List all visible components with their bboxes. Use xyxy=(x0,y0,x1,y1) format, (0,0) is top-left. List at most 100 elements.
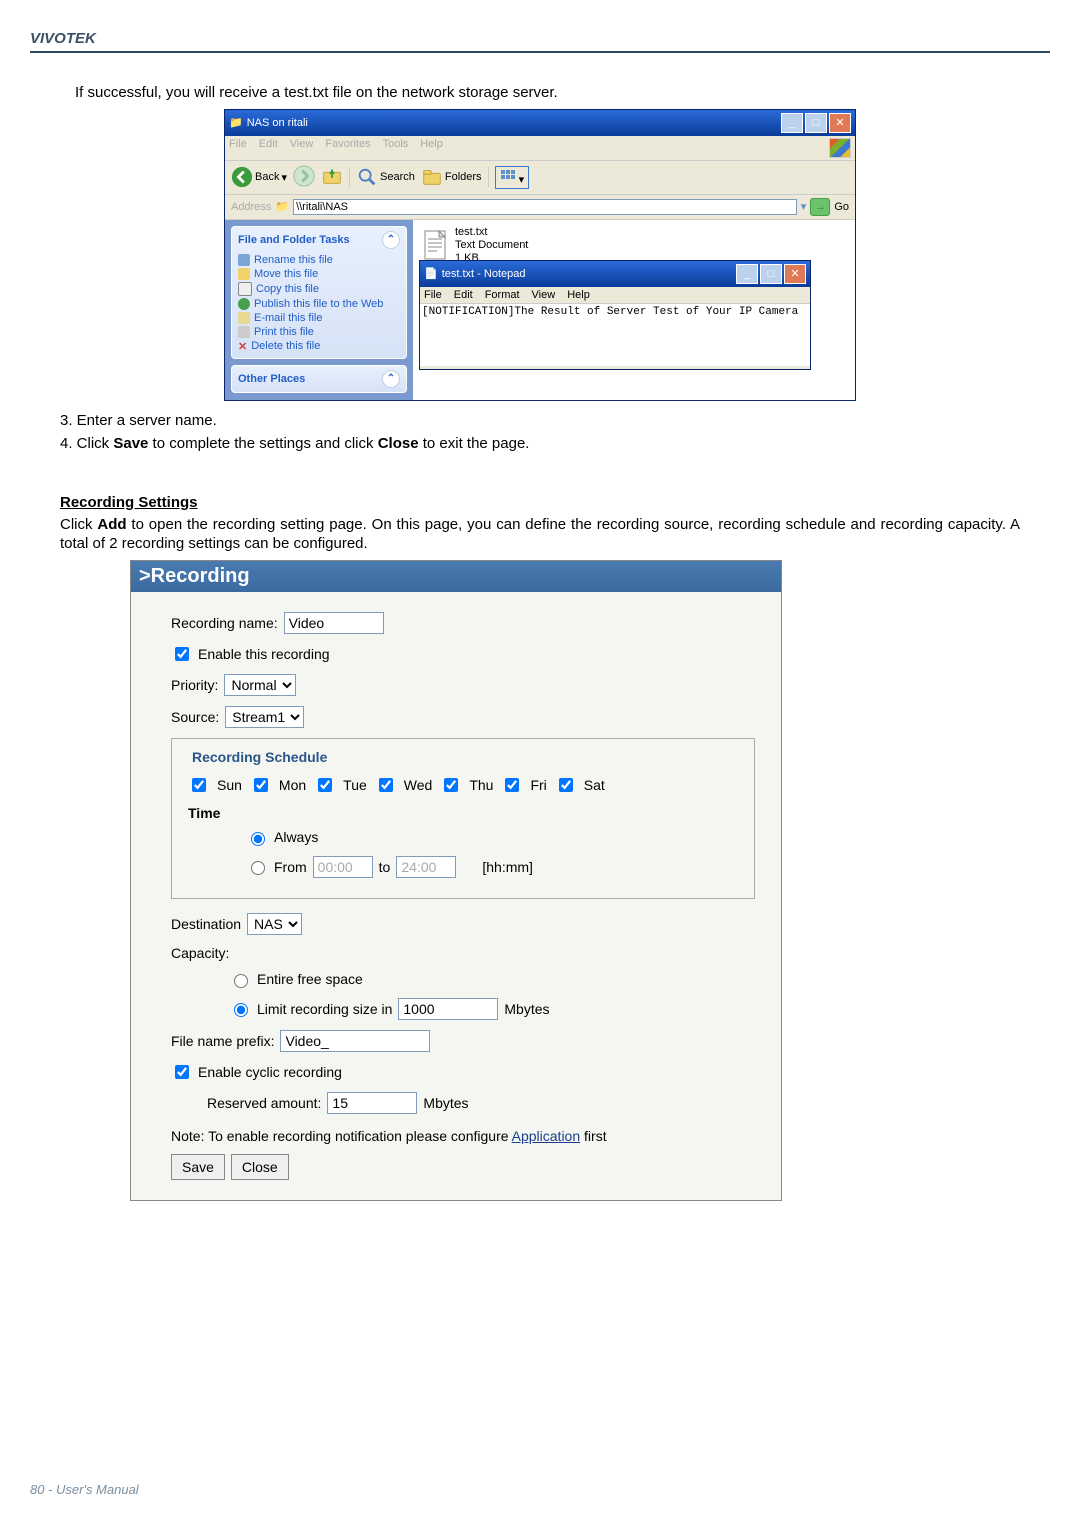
to-time-input[interactable] xyxy=(396,856,456,878)
notepad-content[interactable]: [NOTIFICATION]The Result of Server Test … xyxy=(420,304,810,366)
from-label: From xyxy=(274,859,307,875)
minimize-button[interactable]: _ xyxy=(781,113,803,133)
save-button[interactable]: Save xyxy=(171,1154,225,1180)
explorer-window: 📁 NAS on ritali _ □ ✕ File Edit View Fav… xyxy=(224,109,856,401)
views-icon xyxy=(500,169,516,183)
menu-edit[interactable]: Edit xyxy=(259,138,278,158)
day-tue-checkbox[interactable] xyxy=(318,778,332,792)
print-icon xyxy=(238,326,250,338)
page-footer: 80 - User's Manual xyxy=(30,1482,139,1497)
task-email[interactable]: E-mail this file xyxy=(238,311,400,325)
day-mon-checkbox[interactable] xyxy=(254,778,268,792)
recording-name-input[interactable] xyxy=(284,612,384,634)
priority-label: Priority: xyxy=(171,677,218,693)
limit-size-radio[interactable] xyxy=(234,1003,248,1017)
notepad-menubar: File Edit Format View Help xyxy=(420,287,810,304)
notepad-maximize-button[interactable]: □ xyxy=(760,264,782,284)
always-radio[interactable] xyxy=(251,832,265,846)
up-folder-icon xyxy=(321,165,343,187)
notepad-menu-help[interactable]: Help xyxy=(567,289,590,301)
prefix-input[interactable] xyxy=(280,1030,430,1052)
file-folder-tasks-card: File and Folder Tasks ⌃ Rename this file… xyxy=(231,226,407,359)
maximize-button[interactable]: □ xyxy=(805,113,827,133)
task-publish[interactable]: Publish this file to the Web xyxy=(238,297,400,311)
search-button[interactable]: Search xyxy=(356,166,415,188)
day-wed-label: Wed xyxy=(404,777,433,793)
task-move[interactable]: Move this file xyxy=(238,267,400,281)
entire-free-space-radio[interactable] xyxy=(234,974,248,988)
explorer-menubar: File Edit View Favorites Tools Help xyxy=(225,136,855,161)
day-fri-checkbox[interactable] xyxy=(505,778,519,792)
up-button[interactable] xyxy=(321,165,343,190)
notepad-menu-view[interactable]: View xyxy=(532,289,556,301)
notepad-menu-file[interactable]: File xyxy=(424,289,442,301)
go-label[interactable]: Go xyxy=(834,201,849,213)
entire-free-space-label: Entire free space xyxy=(257,971,363,987)
forward-button[interactable] xyxy=(293,165,315,190)
task-rename[interactable]: Rename this file xyxy=(238,253,400,267)
task-copy[interactable]: Copy this file xyxy=(238,281,400,297)
cyclic-checkbox[interactable] xyxy=(175,1065,189,1079)
back-button[interactable]: Back ▾ xyxy=(231,166,287,188)
recording-settings-title: Recording Settings xyxy=(60,494,1020,511)
source-label: Source: xyxy=(171,709,219,725)
menu-file[interactable]: File xyxy=(229,138,247,158)
close-button[interactable]: Close xyxy=(231,1154,289,1180)
notepad-menu-edit[interactable]: Edit xyxy=(454,289,473,301)
cyclic-label: Enable cyclic recording xyxy=(198,1064,342,1080)
task-print[interactable]: Print this file xyxy=(238,325,400,339)
email-icon xyxy=(238,312,250,324)
menu-view[interactable]: View xyxy=(290,138,314,158)
window-title: NAS on ritali xyxy=(247,117,308,129)
notepad-minimize-button[interactable]: _ xyxy=(736,264,758,284)
menu-tools[interactable]: Tools xyxy=(383,138,409,158)
tasks-title: File and Folder Tasks xyxy=(238,234,350,246)
file-type: Text Document xyxy=(455,239,528,252)
recording-schedule-title: Recording Schedule xyxy=(188,749,331,765)
day-sun-checkbox[interactable] xyxy=(192,778,206,792)
enable-recording-checkbox[interactable] xyxy=(175,647,189,661)
menu-help[interactable]: Help xyxy=(420,138,443,158)
day-wed-checkbox[interactable] xyxy=(379,778,393,792)
menu-favorites[interactable]: Favorites xyxy=(325,138,370,158)
views-button[interactable]: ▾ xyxy=(495,166,530,189)
publish-icon xyxy=(238,298,250,310)
windows-logo-icon xyxy=(829,138,851,158)
address-folder-icon: 📁 xyxy=(275,200,289,213)
recording-schedule-fieldset: Recording Schedule Sun Mon Tue Wed Thu F… xyxy=(171,738,755,899)
task-delete[interactable]: ✕Delete this file xyxy=(238,339,400,354)
from-time-input[interactable] xyxy=(313,856,373,878)
priority-select[interactable]: Normal xyxy=(224,674,296,696)
text-file-icon xyxy=(419,229,451,261)
destination-select[interactable]: NAS xyxy=(247,913,302,935)
address-dropdown-icon[interactable]: ▾ xyxy=(801,200,807,213)
prefix-label: File name prefix: xyxy=(171,1033,274,1049)
address-input[interactable] xyxy=(293,199,797,215)
capacity-label: Capacity: xyxy=(171,945,229,961)
day-thu-checkbox[interactable] xyxy=(444,778,458,792)
day-sat-checkbox[interactable] xyxy=(559,778,573,792)
explorer-toolbar: Back ▾ Search Folders ▾ xyxy=(225,161,855,195)
recording-name-label: Recording name: xyxy=(171,615,278,631)
notepad-menu-format[interactable]: Format xyxy=(485,289,520,301)
application-link[interactable]: Application xyxy=(512,1128,581,1144)
recording-panel: >Recording Recording name: Enable this r… xyxy=(130,560,782,1201)
reserved-label: Reserved amount: xyxy=(207,1095,321,1111)
to-label: to xyxy=(379,859,391,875)
from-radio[interactable] xyxy=(251,861,265,875)
day-thu-label: Thu xyxy=(469,777,493,793)
close-button[interactable]: ✕ xyxy=(829,113,851,133)
enable-recording-label: Enable this recording xyxy=(198,646,330,662)
folders-button[interactable]: Folders xyxy=(421,166,482,188)
collapse-icon[interactable]: ⌃ xyxy=(382,370,400,388)
hhmm-label: [hh:mm] xyxy=(482,859,533,875)
day-mon-label: Mon xyxy=(279,777,306,793)
source-select[interactable]: Stream1 xyxy=(225,706,304,728)
collapse-icon[interactable]: ⌃ xyxy=(382,231,400,249)
limit-size-input[interactable] xyxy=(398,998,498,1020)
notepad-title: test.txt - Notepad xyxy=(442,268,526,280)
notepad-close-button[interactable]: ✕ xyxy=(784,264,806,284)
reserved-input[interactable] xyxy=(327,1092,417,1114)
go-icon[interactable]: → xyxy=(810,198,830,216)
recording-panel-title: >Recording xyxy=(131,561,781,592)
